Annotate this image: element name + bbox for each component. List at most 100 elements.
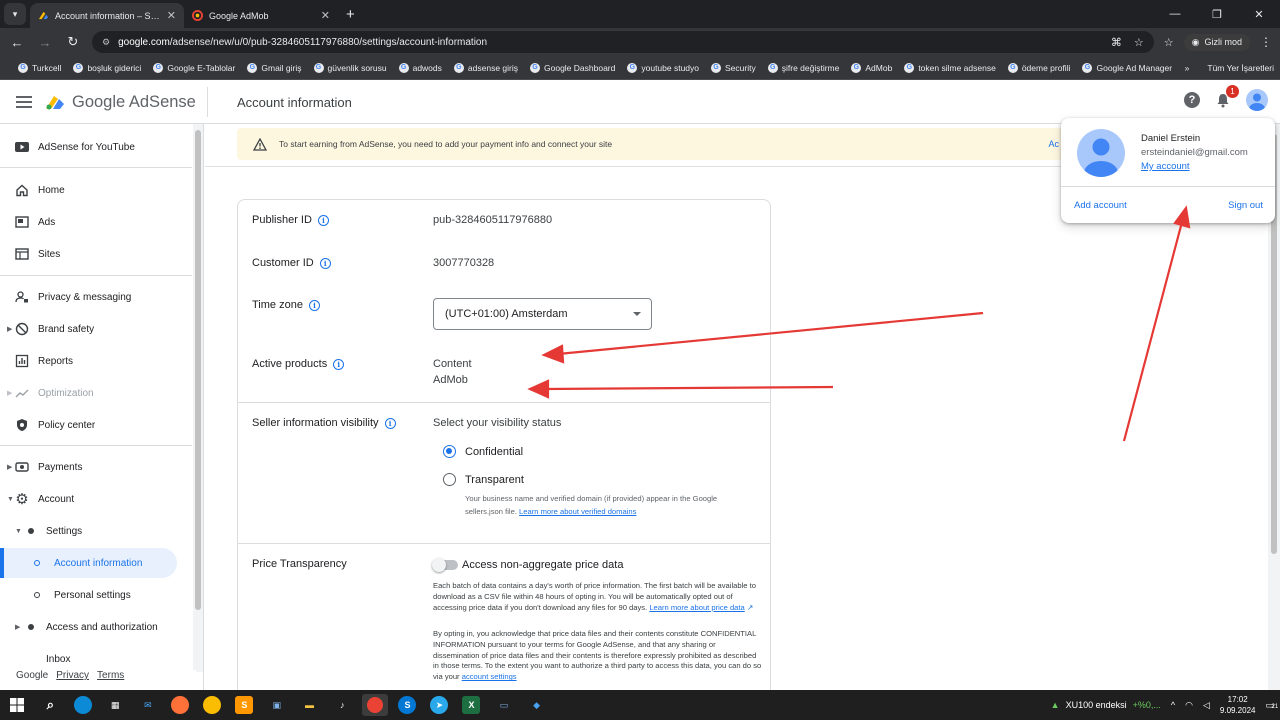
tiktok-icon[interactable]: ♪ — [329, 694, 355, 716]
info-icon[interactable]: i — [319, 257, 331, 269]
close-tab-icon[interactable]: ✕ — [167, 9, 176, 22]
sidebar-item-policy-center[interactable]: Policy center — [0, 410, 192, 440]
sign-out-button[interactable]: Sign out — [1228, 200, 1263, 211]
info-icon[interactable]: i — [308, 299, 320, 311]
bookmark-item[interactable]: Gadwods — [398, 62, 442, 73]
bookmark-item[interactable]: G Google Dashboard — [530, 62, 615, 73]
radio-transparent[interactable] — [443, 473, 456, 486]
bookmark-item[interactable]: Gboşluk giderici — [73, 62, 141, 73]
sublime-icon[interactable]: S — [235, 696, 254, 714]
collapse-caret-icon[interactable]: ▼ — [7, 496, 14, 503]
bookmark-item[interactable]: G Gmail giriş — [247, 62, 302, 73]
bookmark-star-icon[interactable]: ☆ — [1134, 36, 1144, 49]
bookmark-item[interactable]: Gyoutube studyo — [627, 62, 699, 73]
chrome-active-icon[interactable] — [362, 694, 389, 716]
sidebar-item-optimization[interactable]: ▶ Optimization — [0, 378, 192, 408]
restore-icon[interactable]: ❐ — [1196, 8, 1238, 21]
skype-icon[interactable]: S — [398, 696, 417, 714]
telegram-icon[interactable]: ➤ — [430, 696, 449, 714]
sidebar-item-sites[interactable]: Sites — [0, 239, 192, 269]
reload-icon[interactable]: ↻ — [64, 34, 82, 50]
bookmark-item[interactable]: G Security — [711, 62, 756, 73]
sidebar-item-settings[interactable]: ▼ Settings — [0, 516, 192, 546]
remote-desktop-icon[interactable]: ▣ — [264, 694, 290, 716]
minimize-icon[interactable]: — — [1154, 8, 1196, 20]
sidebar-item-reports[interactable]: Reports — [0, 346, 192, 376]
radio-confidential[interactable] — [443, 445, 456, 458]
bookmark-item[interactable]: Gadsense giriş — [453, 62, 518, 73]
menu-hamburger-icon[interactable] — [16, 93, 32, 111]
notifications-bell-icon[interactable]: 1 — [1214, 85, 1239, 109]
bookmark-item[interactable]: Gşifre değiştirme — [767, 62, 839, 73]
expand-caret-icon[interactable]: ▶ — [15, 623, 20, 631]
file-explorer-icon[interactable]: ▬ — [297, 694, 323, 716]
close-tab-icon[interactable]: ✕ — [321, 9, 330, 22]
sidebar-scrollbar[interactable] — [193, 124, 203, 672]
chrome-icon[interactable] — [203, 696, 222, 714]
learn-more-verified-domains-link[interactable]: Learn more about verified domains — [519, 507, 636, 516]
address-bar[interactable]: ⚙ google.com/adsense/new/u/0/pub-3284605… — [92, 31, 1154, 53]
bookmark-item[interactable]: G Google E-Tablolar — [153, 62, 235, 73]
tab-google-admob[interactable]: Google AdMob ✕ — [184, 3, 338, 28]
learn-more-price-data-link[interactable]: Learn more about price data — [649, 603, 744, 612]
close-window-icon[interactable]: ✕ — [1238, 8, 1280, 21]
monitor-icon[interactable]: ▭ — [491, 694, 517, 716]
sidebar-item-adsense-for-youtube[interactable]: AdSense for YouTube — [0, 132, 192, 162]
sidebar-item-personal-settings[interactable]: Personal settings — [0, 580, 192, 610]
sidebar-item-privacy-messaging[interactable]: Privacy & messaging — [0, 282, 192, 312]
bookmark-item[interactable]: G Turkcell — [18, 62, 61, 73]
firefox-icon[interactable] — [171, 696, 190, 714]
store-icon[interactable]: ▦ — [102, 694, 128, 716]
footer-privacy-link[interactable]: Privacy — [56, 670, 89, 681]
translate-icon[interactable]: ⌘ — [1111, 36, 1122, 49]
incognito-indicator[interactable]: ◉ Gizli mod — [1183, 33, 1250, 51]
bookmark-item[interactable]: Gtoken silme adsense — [904, 62, 996, 73]
back-icon[interactable]: ← — [8, 35, 26, 50]
add-account-button[interactable]: Add account — [1074, 200, 1127, 211]
windows-start-icon[interactable] — [0, 698, 34, 712]
volume-icon[interactable]: ◁ — [1203, 700, 1210, 711]
sidebar-item-account-information[interactable]: Account information — [0, 548, 177, 578]
market-widget[interactable]: ▲ XU100 endeksi +%0,... — [1051, 700, 1161, 710]
tray-chevron-icon[interactable]: ^ — [1171, 700, 1175, 710]
tab-search-button[interactable]: ▾ — [4, 3, 26, 25]
clock[interactable]: 17:02 9.09.2024 — [1220, 694, 1256, 716]
menu-dots-icon[interactable]: ⋮ — [1260, 35, 1272, 49]
wifi-icon[interactable]: ◠ — [1185, 700, 1193, 711]
bookmark-item[interactable]: Gödeme profili — [1007, 62, 1070, 73]
adsense-logo[interactable]: Google AdSense — [44, 87, 208, 117]
extensions-star-icon[interactable]: ☆ — [1164, 36, 1174, 49]
app-icon[interactable]: ◆ — [524, 694, 550, 716]
info-icon[interactable]: i — [333, 358, 345, 370]
my-account-link[interactable]: My account — [1141, 161, 1190, 172]
forward-icon[interactable]: → — [36, 35, 54, 50]
radio-transparent-label[interactable]: Transparent — [465, 474, 524, 486]
radio-confidential-label[interactable]: Confidential — [465, 446, 523, 458]
timezone-select[interactable]: (UTC+01:00) Amsterdam — [433, 298, 652, 330]
expand-caret-icon[interactable]: ▶ — [7, 463, 12, 471]
all-bookmarks-link[interactable]: Tüm Yer İşaretleri — [1207, 63, 1274, 73]
account-settings-link[interactable]: account settings — [462, 672, 517, 681]
footer-terms-link[interactable]: Terms — [97, 670, 124, 681]
account-avatar[interactable] — [1246, 89, 1268, 111]
sidebar-item-access-authorization[interactable]: ▶ Access and authorization — [0, 612, 192, 642]
bookmark-item[interactable]: G AdMob — [851, 62, 892, 73]
price-data-toggle[interactable] — [432, 558, 458, 572]
bookmark-item[interactable]: Ggüvenlik sorusu — [313, 62, 387, 73]
help-icon[interactable]: ? — [1184, 92, 1200, 108]
site-info-icon[interactable]: ⚙ — [102, 37, 110, 48]
notification-center-icon[interactable]: ▭ 21 — [1265, 700, 1278, 711]
banner-action-link[interactable]: Ac — [1048, 139, 1059, 149]
sidebar-item-payments[interactable]: ▶ Payments — [0, 452, 192, 482]
sidebar-item-home[interactable]: Home — [0, 175, 192, 205]
info-icon[interactable]: i — [384, 417, 396, 429]
bookmark-item[interactable]: G Google Ad Manager — [1082, 62, 1172, 73]
search-icon[interactable]: ⌕ — [37, 694, 63, 716]
expand-caret-icon[interactable]: ▶ — [7, 389, 12, 397]
info-icon[interactable]: i — [317, 214, 329, 226]
expand-caret-icon[interactable]: ▶ — [7, 325, 12, 333]
new-tab-button[interactable]: + — [338, 6, 365, 28]
sidebar-item-account[interactable]: ▼ ⚙ Account — [0, 484, 192, 514]
collapse-caret-icon[interactable]: ▼ — [15, 528, 22, 535]
edge-icon[interactable] — [73, 696, 92, 714]
